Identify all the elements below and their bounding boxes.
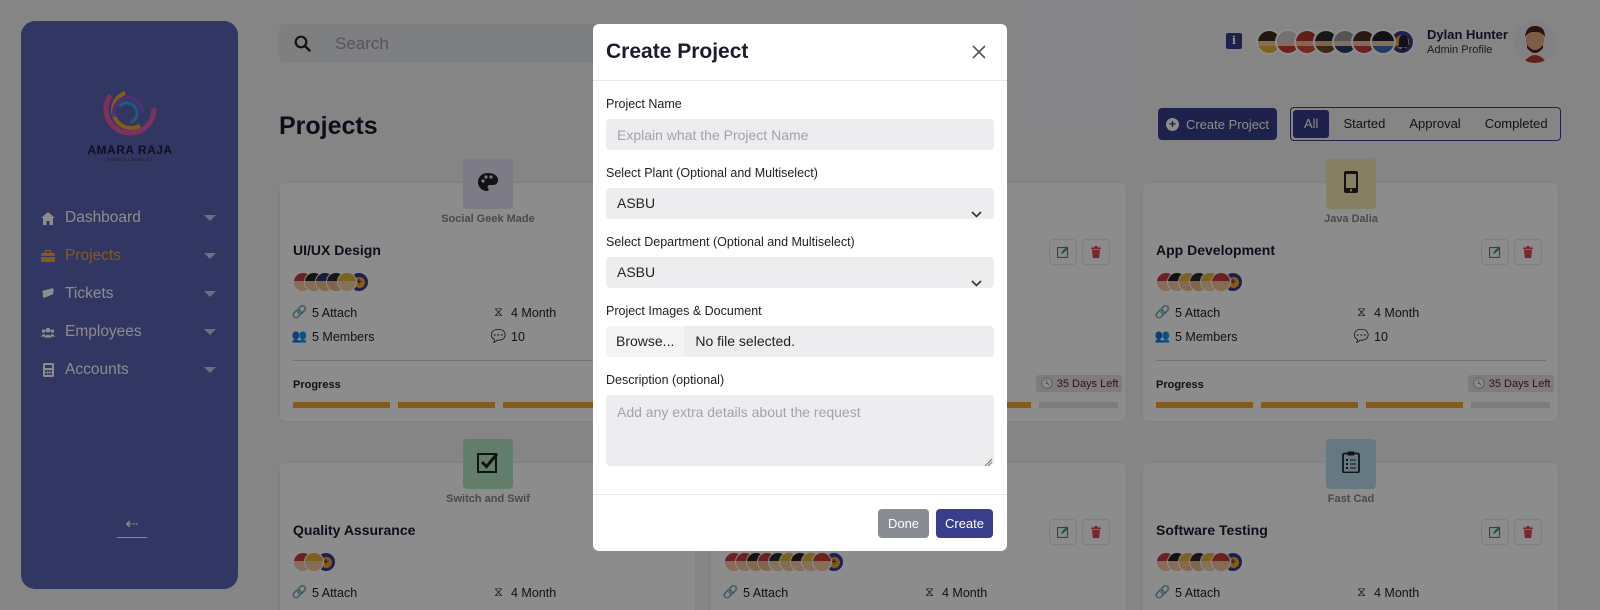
done-button[interactable]: Done [878, 509, 929, 538]
plant-select-value: ASBU [617, 195, 656, 211]
description-label: Description (optional) [606, 373, 725, 387]
files-label: Project Images & Document [606, 304, 762, 318]
resize-handle-icon[interactable] [984, 454, 993, 472]
modal-footer-divider [593, 494, 1007, 495]
department-select-value: ASBU [617, 264, 656, 280]
project-name-label: Project Name [606, 97, 682, 111]
close-icon[interactable] [971, 44, 987, 60]
create-project-modal: Create Project Project Name Select Plant… [593, 24, 1007, 551]
plant-label: Select Plant (Optional and Multiselect) [606, 166, 818, 180]
browse-button[interactable]: Browse... [606, 326, 685, 357]
plant-select[interactable]: ASBU [606, 188, 994, 219]
modal-header-divider [593, 80, 1007, 81]
chevron-down-icon [971, 267, 982, 298]
chevron-down-icon [971, 198, 982, 229]
department-label: Select Department (Optional and Multisel… [606, 235, 855, 249]
project-name-input[interactable] [606, 119, 994, 150]
description-textarea[interactable] [606, 395, 994, 466]
file-upload-input[interactable]: Browse... No file selected. [606, 326, 994, 357]
file-status-text: No file selected. [695, 333, 795, 349]
create-button[interactable]: Create [936, 509, 993, 538]
modal-title: Create Project [606, 40, 749, 63]
department-select[interactable]: ASBU [606, 257, 994, 288]
